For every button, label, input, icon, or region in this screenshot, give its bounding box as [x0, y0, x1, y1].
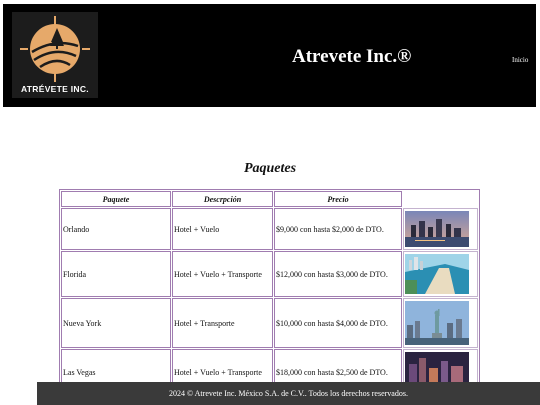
column-header-image — [403, 191, 478, 207]
site-title: Atrevete Inc.® — [292, 46, 412, 67]
package-description: Hotel + Vuelo + Transporte — [172, 251, 273, 297]
florida-beach-photo — [405, 254, 469, 294]
table-row: Florida Hotel + Vuelo + Transporte $12,0… — [61, 251, 478, 297]
column-header-price: Precio — [274, 191, 402, 207]
logo-text: ATRÉVETE INC. — [21, 84, 89, 94]
table-row: Nueva York Hotel + Transporte $10,000 co… — [61, 298, 478, 348]
package-image-cell — [403, 251, 478, 297]
compass-logo-icon — [20, 16, 90, 82]
package-image-cell — [403, 208, 478, 250]
package-name: Florida — [61, 251, 171, 297]
section-title: Paquetes — [243, 161, 297, 176]
package-price: $9,000 con hasta $2,000 de DTO. — [274, 208, 402, 250]
package-image-cell — [403, 298, 478, 348]
new-york-statue-of-liberty-photo — [405, 301, 469, 345]
package-price: $12,000 con hasta $3,000 de DTO. — [274, 251, 402, 297]
orlando-city-photo — [405, 211, 469, 247]
packages-table: Paquete Descrpción Precio Orlando Hotel … — [59, 189, 480, 397]
table-header-row: Paquete Descrpción Precio — [61, 191, 478, 207]
column-header-package: Paquete — [61, 191, 171, 207]
column-header-description: Descrpción — [172, 191, 273, 207]
package-description: Hotel + Transporte — [172, 298, 273, 348]
package-name: Nueva York — [61, 298, 171, 348]
site-footer: 2024 © Atrevete Inc. México S.A. de C.V.… — [37, 382, 540, 405]
package-price: $10,000 con hasta $4,000 de DTO. — [274, 298, 402, 348]
nav-link-inicio[interactable]: Inicio — [512, 56, 528, 64]
package-name: Orlando — [61, 208, 171, 250]
package-description: Hotel + Vuelo — [172, 208, 273, 250]
company-logo[interactable]: ATRÉVETE INC. — [12, 12, 98, 98]
table-row: Orlando Hotel + Vuelo $9,000 con hasta $… — [61, 208, 478, 250]
site-header: ATRÉVETE INC. Atrevete Inc.® Inicio — [3, 4, 536, 107]
